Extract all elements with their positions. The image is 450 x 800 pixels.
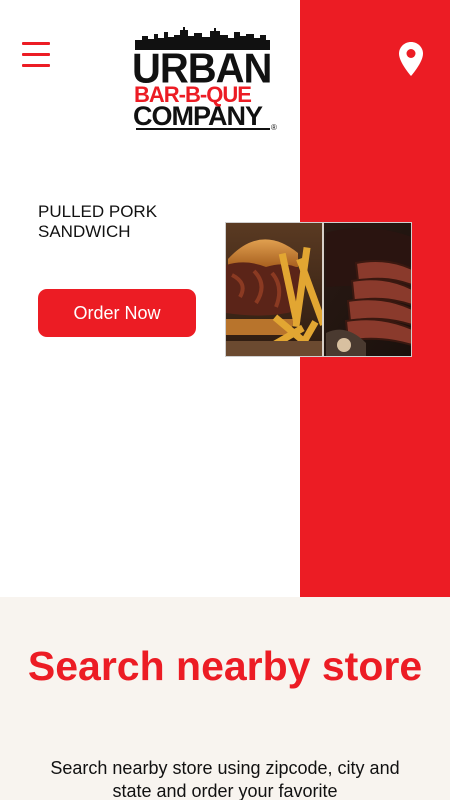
product-title: PULLED PORK SANDWICH [38, 202, 158, 241]
search-section-description: Search nearby store using zipcode, city … [50, 758, 400, 800]
search-section-title: Search nearby store [27, 643, 423, 689]
hamburger-menu-icon[interactable] [22, 42, 50, 72]
pulled-pork-sandwich-and-brisket-image [225, 222, 412, 357]
logo-registered-mark: ® [271, 123, 277, 132]
urban-bbq-logo[interactable]: URBAN BAR-B-QUE COMPANY ® [132, 26, 282, 134]
order-now-button[interactable]: Order Now [38, 289, 196, 337]
logo-company-text: COMPANY [133, 101, 263, 131]
map-pin-icon[interactable] [399, 42, 423, 76]
logo-underline [136, 128, 270, 130]
